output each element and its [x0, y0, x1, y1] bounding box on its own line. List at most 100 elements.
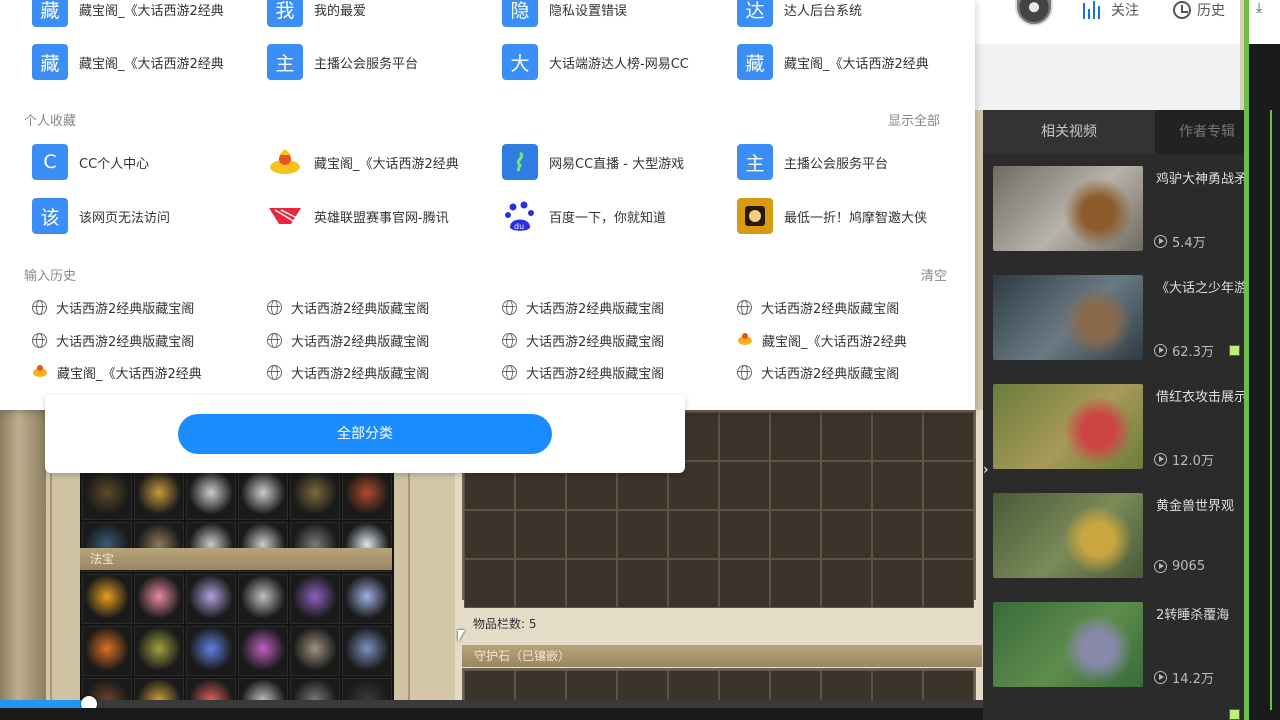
video-thumbnail[interactable]	[993, 602, 1143, 687]
storage-slot	[872, 461, 923, 510]
download-icon[interactable]: ⤓	[1256, 0, 1276, 18]
favorite-tile[interactable]: 英雄联盟赛事官网-腾讯	[267, 198, 467, 234]
fabao-item-icon	[186, 626, 236, 676]
top-site-tile[interactable]: 大大话端游达人榜-网易CC	[502, 44, 702, 80]
history-label: 大话西游2经典版藏宝阁	[526, 301, 665, 317]
fabao-item-icon	[238, 626, 288, 676]
top-site-tile[interactable]: 藏藏宝阁_《大话西游2经典	[32, 0, 232, 27]
history-label: 大话西游2经典版藏宝阁	[761, 301, 900, 317]
favorite-label: 百度一下，你就知道	[549, 210, 667, 226]
window-edge	[1249, 0, 1280, 720]
related-video-card[interactable]: 2转睡杀覆海 14.2万	[993, 602, 1244, 702]
storage-slot	[872, 559, 923, 608]
top-site-tile[interactable]: 主主播公会服务平台	[267, 44, 467, 80]
all-categories-button[interactable]: 全部分类	[178, 414, 552, 454]
resize-handle[interactable]	[1229, 709, 1240, 720]
player-controls-strip	[0, 708, 985, 720]
video-title[interactable]: 黄金兽世界观	[1156, 495, 1244, 515]
treasure-icon	[267, 144, 303, 180]
follow-icon	[1083, 1, 1105, 19]
category-popup: 全部分类	[45, 395, 685, 473]
video-title[interactable]: 2转睡杀覆海	[1156, 604, 1244, 624]
related-video-card[interactable]: 鸡驴大神勇战矛发猪 5.4万	[993, 166, 1244, 266]
top-site-tile[interactable]: 我我的最爱	[267, 0, 467, 27]
clock-icon	[1173, 1, 1191, 19]
related-sidebar: 相关视频 作者专辑 鸡驴大神勇战矛发猪 5.4万 《大话之少年游》剧 62.3万…	[983, 110, 1244, 720]
duck-icon	[32, 365, 48, 379]
video-thumbnail[interactable]	[993, 166, 1143, 251]
follow-label: 关注	[1111, 3, 1139, 19]
view-count: 62.3万	[1154, 341, 1214, 360]
tab-related-videos[interactable]: 相关视频	[983, 110, 1155, 154]
storage-slot	[668, 559, 719, 608]
history-item[interactable]: 大话西游2经典版藏宝阁	[502, 330, 702, 350]
favorite-tile[interactable]: C CC个人中心	[32, 144, 232, 180]
video-title[interactable]: 鸡驴大神勇战矛发猪	[1156, 168, 1244, 188]
storage-slot	[923, 412, 974, 461]
history-item[interactable]: 藏宝阁_《大话西游2经典	[737, 330, 937, 350]
site-letter-icon: 该	[32, 198, 68, 234]
site-label: 主播公会服务平台	[314, 56, 419, 72]
globe-icon	[502, 364, 517, 380]
favorites-title: 个人收藏	[24, 114, 77, 129]
video-thumbnail[interactable]	[993, 384, 1143, 469]
storage-slot	[719, 510, 770, 559]
related-video-card[interactable]: 《大话之少年游》剧 62.3万	[993, 275, 1244, 375]
video-thumbnail[interactable]	[993, 493, 1143, 578]
top-site-tile[interactable]: 达达人后台系统	[737, 0, 937, 27]
top-site-tile[interactable]: 藏藏宝阁_《大话西游2经典	[32, 44, 232, 80]
history-button[interactable]: 历史	[1173, 0, 1225, 20]
history-label: 大话西游2经典版藏宝阁	[761, 366, 900, 382]
history-item[interactable]: 藏宝阁_《大话西游2经典	[32, 362, 232, 382]
history-item[interactable]: 大话西游2经典版藏宝阁	[267, 362, 467, 382]
view-count-value: 62.3万	[1172, 345, 1214, 360]
duck-icon	[737, 333, 753, 347]
fabao-item-icon	[238, 574, 288, 624]
favorite-tile[interactable]: 藏宝阁_《大话西游2经典	[267, 144, 467, 180]
history-item[interactable]: 大话西游2经典版藏宝阁	[737, 297, 937, 317]
related-video-card[interactable]: 黄金兽世界观 9065	[993, 493, 1244, 593]
favorite-tile[interactable]: du 百度一下，你就知道	[502, 198, 702, 234]
site-letter-icon: 隐	[502, 0, 538, 27]
history-item[interactable]: 大话西游2经典版藏宝阁	[502, 297, 702, 317]
history-item[interactable]: 大话西游2经典版藏宝阁	[737, 362, 937, 382]
fabao-item-icon	[290, 626, 340, 676]
video-thumbnail[interactable]	[993, 275, 1143, 360]
video-title[interactable]: 借红衣攻击展示	[1156, 386, 1244, 406]
progress-fill	[0, 700, 89, 708]
new-tab-dropdown: 藏藏宝阁_《大话西游2经典我我的最爱隐隐私设置错误达达人后台系统藏藏宝阁_《大话…	[0, 0, 975, 410]
top-site-tile[interactable]: 藏藏宝阁_《大话西游2经典	[737, 44, 937, 80]
history-item[interactable]: 大话西游2经典版藏宝阁	[267, 297, 467, 317]
history-label: 大话西游2经典版藏宝阁	[291, 334, 430, 350]
favorite-tile[interactable]: 网易CC直播 - 大型游戏	[502, 144, 702, 180]
top-site-tile[interactable]: 隐隐私设置错误	[502, 0, 702, 27]
tab-author-albums[interactable]: 作者专辑	[1155, 110, 1244, 154]
history-item[interactable]: 大话西游2经典版藏宝阁	[32, 297, 232, 317]
view-count: 9065	[1154, 559, 1205, 574]
resize-handle[interactable]	[1229, 345, 1240, 356]
favorite-tile[interactable]: 最低一折！鸠摩智邀大侠	[737, 198, 937, 234]
fabao-label: 法宝	[80, 548, 392, 570]
history-item[interactable]: 大话西游2经典版藏宝阁	[32, 330, 232, 350]
history-item[interactable]: 大话西游2经典版藏宝阁	[502, 362, 702, 382]
favorite-label: 英雄联盟赛事官网-腾讯	[314, 210, 449, 226]
video-progress-bar[interactable]	[0, 696, 985, 712]
view-count-value: 9065	[1172, 559, 1206, 574]
site-label: 藏宝阁_《大话西游2经典	[784, 56, 929, 72]
site-letter-icon: 藏	[32, 0, 68, 27]
globe-icon	[32, 332, 47, 348]
history-item[interactable]: 大话西游2经典版藏宝阁	[267, 330, 467, 350]
storage-slot	[923, 461, 974, 510]
clear-history-link[interactable]: 清空	[921, 265, 947, 284]
show-all-link[interactable]: 显示全部	[888, 110, 940, 129]
play-count-icon	[1154, 235, 1167, 248]
related-video-card[interactable]: 借红衣攻击展示 12.0万	[993, 384, 1244, 484]
chevron-right-icon[interactable]: ›	[983, 462, 989, 478]
site-letter-icon: 我	[267, 0, 303, 27]
video-title[interactable]: 《大话之少年游》剧	[1156, 277, 1244, 297]
follow-button[interactable]: 关注	[1083, 0, 1139, 20]
favorite-tile[interactable]: 主主播公会服务平台	[737, 144, 937, 180]
view-count: 14.2万	[1154, 668, 1214, 687]
site-letter-icon: 主	[737, 144, 773, 180]
favorite-tile[interactable]: 该该网页无法访问	[32, 198, 232, 234]
